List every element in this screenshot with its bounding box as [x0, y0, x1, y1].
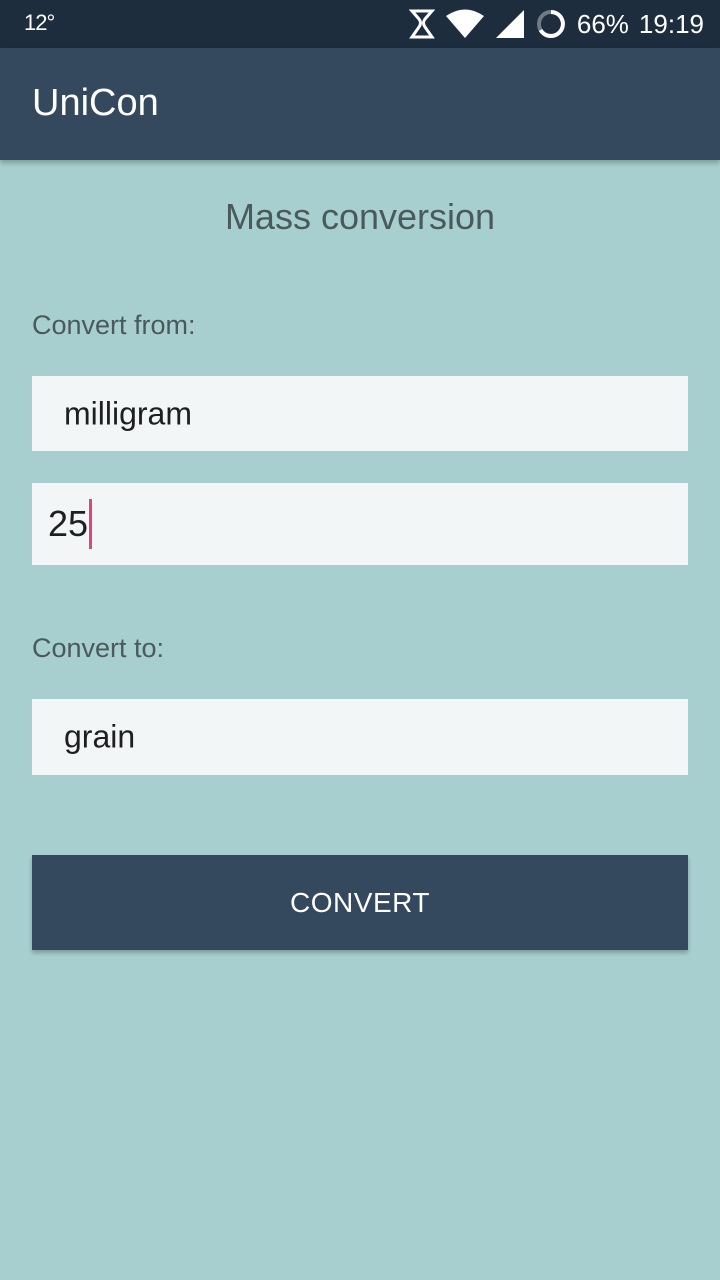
battery-percent-text: 66% — [576, 8, 629, 39]
from-unit-select[interactable]: milligram — [32, 376, 688, 451]
amount-value: 25 — [48, 503, 89, 544]
convert-to-label: Convert to: — [32, 633, 165, 663]
from-unit-value: milligram — [64, 395, 192, 431]
cell-signal-icon — [495, 9, 525, 39]
text-cursor — [89, 499, 93, 549]
app-bar: UniCon — [0, 48, 720, 160]
app-title: UniCon — [32, 82, 159, 124]
data-sync-icon — [408, 9, 435, 39]
amount-input[interactable]: 25 — [32, 483, 688, 565]
to-unit-value: grain — [64, 718, 136, 755]
wifi-icon — [445, 9, 485, 39]
to-unit-select[interactable]: grain — [32, 699, 688, 775]
convert-button[interactable]: CONVERT — [32, 855, 688, 950]
status-icons: 66% 19:19 — [408, 0, 704, 48]
status-bar: 12° 66% 19:19 — [0, 0, 720, 48]
temperature-text: 12° — [24, 10, 55, 35]
clock-text: 19:19 — [638, 8, 704, 39]
amount-input-content: 25 — [48, 499, 93, 549]
convert-from-label: Convert from: — [32, 310, 196, 340]
page-title: Mass conversion — [224, 196, 496, 237]
battery-ring-icon — [535, 8, 567, 40]
